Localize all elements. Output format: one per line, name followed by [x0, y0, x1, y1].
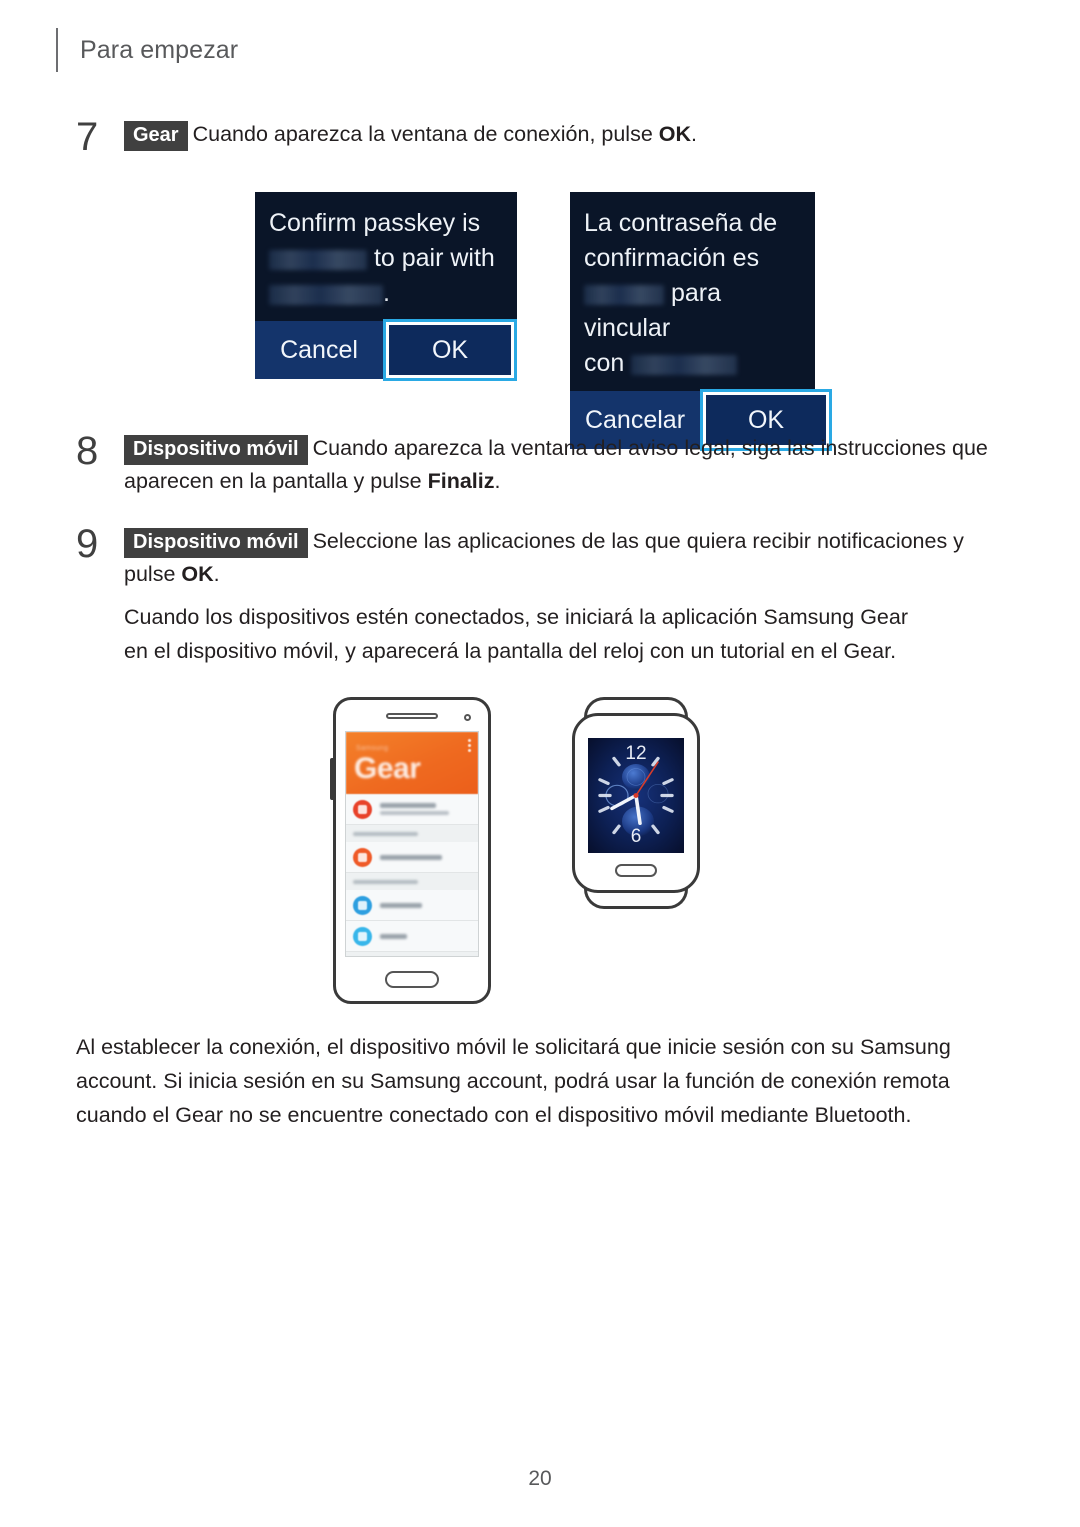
step-9-number: 9 — [76, 522, 99, 566]
list-item[interactable] — [346, 921, 478, 952]
list-item[interactable] — [346, 842, 478, 873]
dialog-es-line-1: La contraseña de — [584, 209, 778, 237]
page-number: 20 — [528, 1467, 552, 1490]
passkey-dialog-english: Confirm passkey is to pair with . Cancel… — [255, 192, 517, 381]
step-7-text-after: . — [691, 122, 697, 146]
header-divider-rule — [56, 28, 58, 72]
step-7-text: Gear Cuando aparezca la ventana de conexi… — [124, 118, 697, 151]
list-section-header — [346, 873, 478, 890]
passkey-dialog-english-message: Confirm passkey is to pair with . — [255, 192, 517, 321]
watch-hour-12: 12 — [625, 743, 647, 764]
list-item-labels — [380, 854, 471, 860]
redacted-passkey — [584, 285, 664, 305]
dialog-en-line-2: to pair with — [269, 241, 503, 276]
step-8-bold: Finaliz — [427, 469, 495, 493]
step-8-number: 8 — [76, 429, 99, 473]
step-9: 9 Dispositivo móvil Seleccione las aplica… — [76, 522, 996, 591]
redacted-device-name — [631, 355, 738, 375]
step-7-bold: OK — [658, 122, 692, 146]
list-item-labels — [380, 933, 471, 939]
step-9-text-after: . — [213, 562, 220, 586]
step-8: 8 Dispositivo móvil Cuando aparezca la ve… — [76, 429, 996, 498]
dialog-es-line-2: confirmación es — [584, 244, 760, 272]
step-8-badge: Dispositivo móvil — [124, 435, 308, 465]
paragraph-after-step-9: Cuando los dispositivos estén conectados… — [124, 605, 908, 663]
step-8-text: Dispositivo móvil Cuando aparezca la vent… — [124, 432, 996, 498]
dialog-en-line-2-text: to pair with — [373, 244, 495, 272]
list-section-header — [346, 825, 478, 842]
dialog-en-line-3: . — [269, 276, 503, 311]
list-item[interactable] — [346, 794, 478, 825]
phone-earpiece — [386, 713, 438, 719]
dialog-es-line-4-prefix: con — [584, 349, 625, 377]
device-icon — [353, 799, 372, 819]
dialog-en-line-3-suffix: . — [383, 279, 390, 307]
phone-front-camera-icon — [464, 714, 471, 721]
overflow-menu-icon[interactable] — [468, 739, 471, 754]
redacted-device-name — [269, 285, 383, 305]
image-icon — [353, 926, 372, 946]
list-item[interactable] — [346, 890, 478, 921]
phone-side-button — [330, 758, 336, 800]
step-7-text-before: Cuando aparezca la ventana de conexión, … — [192, 122, 659, 146]
phone-illustration: Samsung Gear — [330, 697, 491, 1004]
list-item-labels — [380, 803, 471, 815]
gear-app-brand-large: Gear — [354, 752, 421, 785]
cancel-button-english[interactable]: Cancel — [255, 321, 383, 379]
dialog-es-line-3: para vincular — [584, 276, 801, 346]
watch-illustration: 12 6 — [572, 697, 700, 909]
paragraph-bottom-note: Al establecer la conexión, el dispositiv… — [76, 1035, 951, 1127]
passkey-dialog-spanish: La contraseña de confirmación es para vi… — [570, 192, 832, 451]
list-section-header — [346, 952, 478, 956]
dialog-es-line-4: con — [584, 346, 801, 381]
step-8-text-after: . — [494, 469, 501, 493]
redacted-passkey — [269, 250, 367, 270]
watch-body: 12 6 — [572, 713, 700, 893]
ok-button-english[interactable]: OK — [383, 319, 517, 381]
gear-app-header: Samsung Gear — [346, 732, 478, 794]
music-track-icon — [353, 895, 372, 915]
list-item-labels — [380, 902, 471, 908]
phone-screen: Samsung Gear — [345, 731, 479, 957]
watch-hour-6: 6 — [630, 826, 642, 847]
gear-app-brand-small: Samsung — [356, 745, 389, 752]
page-header: Para empezar — [56, 28, 238, 72]
step-7: 7 Gear Cuando aparezca la ventana de cone… — [76, 115, 996, 159]
step-7-number: 7 — [76, 115, 99, 159]
passkey-dialog-english-footer: Cancel OK — [255, 319, 517, 381]
step-9-badge: Dispositivo móvil — [124, 528, 308, 558]
watch-screen: 12 6 — [588, 738, 684, 853]
dialog-en-line-1: Confirm passkey is — [269, 209, 481, 237]
page-title: Para empezar — [80, 35, 239, 64]
passkey-dialog-spanish-message: La contraseña de confirmación es para vi… — [570, 192, 815, 391]
step-9-text: Dispositivo móvil Seleccione las aplicaci… — [124, 525, 996, 591]
home-screen-style-icon — [353, 847, 372, 867]
step-9-bold: OK — [181, 562, 214, 586]
phone-home-button[interactable] — [385, 971, 439, 988]
step-7-badge: Gear — [124, 121, 188, 151]
watch-home-button[interactable] — [615, 864, 657, 877]
